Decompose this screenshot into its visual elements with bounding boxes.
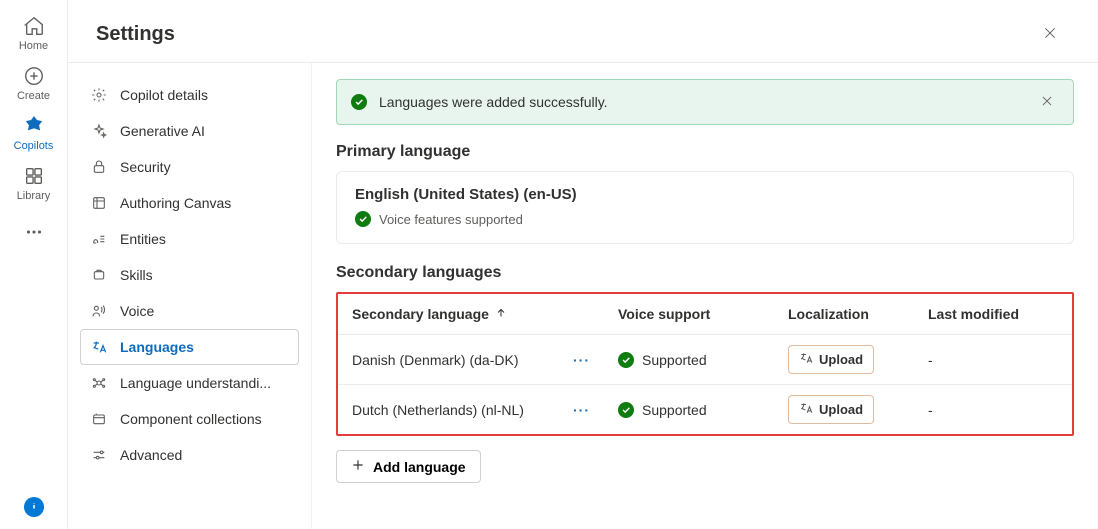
sidebar-item-voice[interactable]: Voice [80,293,299,329]
column-header-modified[interactable]: Last modified [928,306,1058,322]
rail-info-button[interactable] [24,497,44,517]
table-header: Secondary language Voice support Localiz… [338,294,1072,335]
info-icon [28,499,40,515]
sidebar-item-entities[interactable]: Entities [80,221,299,257]
success-icon [355,211,371,227]
language-name: Dutch (Netherlands) (nl-NL) [352,402,524,418]
success-icon [351,94,367,110]
primary-language-card: English (United States) (en-US) Voice fe… [336,171,1074,244]
settings-body: Copilot details Generative AI Security A… [68,63,1098,529]
row-actions-button[interactable]: ··· [569,352,594,368]
rail-create-label: Create [17,90,50,102]
upload-button[interactable]: Upload [788,395,874,424]
secondary-languages-title: Secondary languages [336,264,1074,282]
column-header-localization[interactable]: Localization [788,306,928,322]
canvas-icon [90,194,108,212]
add-language-button[interactable]: Add language [336,450,481,483]
sidebar-item-skills[interactable]: Skills [80,257,299,293]
page-title: Settings [96,23,175,46]
sidebar-item-language-understanding[interactable]: Language understandi... [80,365,299,401]
secondary-languages-table: Secondary language Voice support Localiz… [336,292,1074,436]
rail-library[interactable]: Library [4,158,64,206]
primary-language-name: English (United States) (en-US) [355,186,1055,203]
skills-icon [90,266,108,284]
row-actions-button[interactable]: ··· [569,402,594,418]
primary-language-title: Primary language [336,143,1074,161]
home-icon [22,14,46,38]
close-button[interactable] [1034,18,1066,50]
primary-language-subtext: Voice features supported [355,211,1055,227]
more-horizontal-icon: ··· [573,402,590,418]
sidebar-item-label: Generative AI [120,123,205,139]
sidebar-item-generative-ai[interactable]: Generative AI [80,113,299,149]
sliders-icon [90,446,108,464]
banner-close-button[interactable] [1035,90,1059,114]
plus-icon [351,458,365,475]
close-icon [1040,94,1054,111]
rail-copilots[interactable]: Copilots [4,108,64,156]
sidebar-item-label: Authoring Canvas [120,195,231,211]
success-icon [618,402,634,418]
sort-asc-icon [495,306,507,322]
table-row: Danish (Denmark) (da-DK) ··· Supported U… [338,335,1072,385]
rail-home-label: Home [19,40,48,52]
column-header-language[interactable]: Secondary language [352,306,618,322]
sidebar-item-copilot-details[interactable]: Copilot details [80,77,299,113]
rail-home[interactable]: Home [4,8,64,56]
sidebar-item-label: Language understandi... [120,375,271,391]
voice-icon [90,302,108,320]
lock-icon [90,158,108,176]
content-pane: Languages were added successfully. Prima… [312,63,1098,529]
sparkle-icon [90,122,108,140]
translate-icon [799,351,813,368]
sidebar-item-label: Entities [120,231,166,247]
sidebar-item-label: Copilot details [120,87,208,103]
sidebar-item-component-collections[interactable]: Component collections [80,401,299,437]
sidebar-item-label: Security [120,159,171,175]
upload-button[interactable]: Upload [788,345,874,374]
plus-circle-icon [22,64,46,88]
sidebar-item-label: Skills [120,267,153,283]
sidebar-item-authoring-canvas[interactable]: Authoring Canvas [80,185,299,221]
brain-icon [90,374,108,392]
more-horizontal-icon: ··· [573,352,590,368]
sidebar-item-security[interactable]: Security [80,149,299,185]
success-icon [618,352,634,368]
language-name: Danish (Denmark) (da-DK) [352,352,518,368]
voice-support-cell: Supported [618,402,788,418]
rail-create[interactable]: Create [4,58,64,106]
sidebar-item-label: Component collections [120,411,262,427]
rail-library-label: Library [17,190,51,202]
translate-icon [799,401,813,418]
library-icon [22,164,46,188]
gear-icon [90,86,108,104]
last-modified-cell: - [928,402,1058,418]
sidebar-item-label: Voice [120,303,154,319]
table-row: Dutch (Netherlands) (nl-NL) ··· Supporte… [338,385,1072,434]
languages-icon [90,338,108,356]
column-header-voice[interactable]: Voice support [618,306,788,322]
app-rail: Home Create Copilots Library [0,0,68,529]
more-horizontal-icon [22,220,46,244]
main-area: Settings Copilot details Generative AI S… [68,0,1098,529]
sidebar-item-label: Languages [120,339,194,355]
close-icon [1042,25,1058,44]
last-modified-cell: - [928,352,1058,368]
rail-more[interactable] [4,214,64,248]
success-banner: Languages were added successfully. [336,79,1074,125]
voice-support-cell: Supported [618,352,788,368]
banner-text: Languages were added successfully. [379,94,1023,110]
collections-icon [90,410,108,428]
settings-sidebar: Copilot details Generative AI Security A… [68,63,312,529]
sidebar-item-languages[interactable]: Languages [80,329,299,365]
entities-icon [90,230,108,248]
sidebar-item-advanced[interactable]: Advanced [80,437,299,473]
sidebar-item-label: Advanced [120,447,182,463]
settings-header: Settings [68,0,1098,63]
copilot-icon [22,114,46,138]
rail-copilots-label: Copilots [14,140,54,152]
primary-language-subtext-label: Voice features supported [379,212,523,227]
